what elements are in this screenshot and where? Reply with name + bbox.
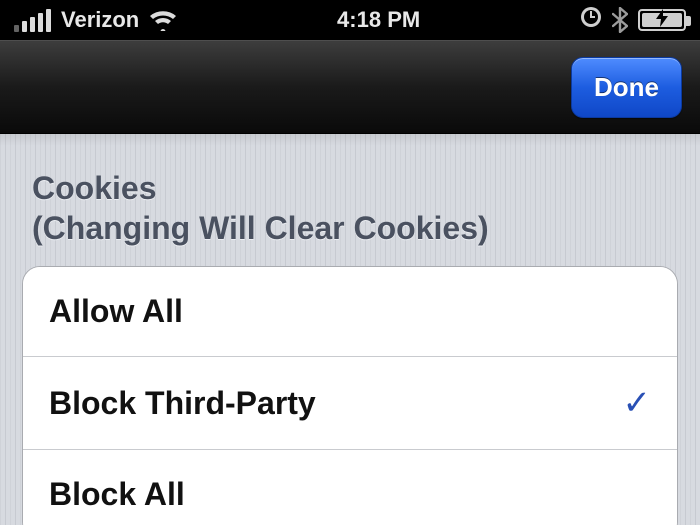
battery-charging-icon (638, 9, 686, 31)
navbar: Done (0, 40, 700, 134)
option-block-third-party[interactable]: Block Third-Party ✓ (23, 356, 677, 449)
screen: Verizon 4:18 PM (0, 0, 700, 525)
alarm-icon (580, 6, 602, 34)
section-title-line1: Cookies (32, 168, 678, 208)
bluetooth-icon (612, 7, 628, 33)
wifi-icon (149, 9, 177, 31)
option-label: Allow All (49, 293, 183, 330)
status-bar: Verizon 4:18 PM (0, 0, 700, 40)
option-allow-all[interactable]: Allow All (23, 267, 677, 356)
option-label: Block Third-Party (49, 385, 316, 422)
option-label: Block All (49, 476, 185, 513)
options-group: Allow All Block Third-Party ✓ Block All (22, 266, 678, 525)
status-time: 4:18 PM (337, 7, 420, 33)
signal-bars-icon (14, 9, 51, 32)
section-title-line2: (Changing Will Clear Cookies) (32, 208, 678, 248)
status-left: Verizon (14, 7, 177, 33)
option-block-all[interactable]: Block All (23, 449, 677, 525)
done-button[interactable]: Done (571, 57, 682, 118)
checkmark-icon: ✓ (623, 383, 652, 423)
carrier-label: Verizon (61, 7, 139, 33)
section-header: Cookies (Changing Will Clear Cookies) (32, 168, 678, 248)
content: Cookies (Changing Will Clear Cookies) Al… (0, 134, 700, 525)
status-right (580, 6, 686, 34)
